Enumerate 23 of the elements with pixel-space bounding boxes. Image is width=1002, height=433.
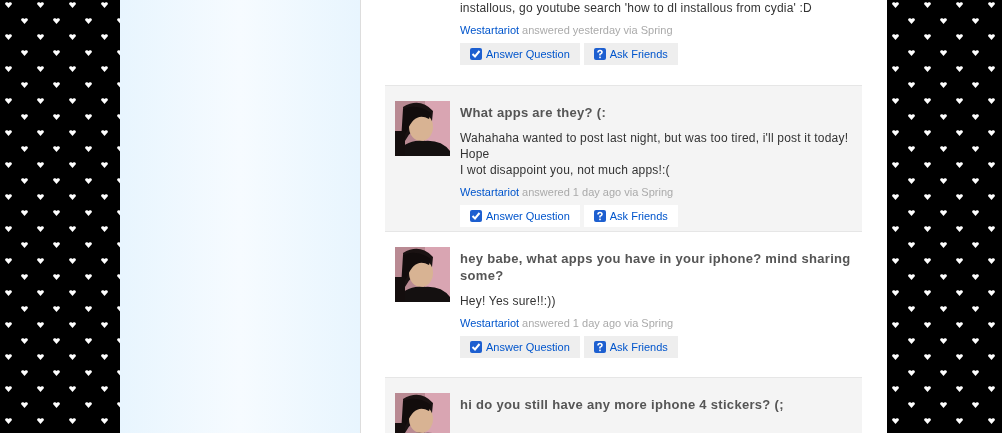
question-mark-icon [593, 210, 606, 222]
checkbox-icon [470, 48, 482, 60]
checkbox-icon [470, 210, 482, 222]
answer-question-button[interactable]: Answer Question [460, 205, 580, 227]
answer-meta: answered 1 day ago via Spring [522, 317, 674, 329]
answer-text: installous, go youtube search 'how to dl installous from cydia' :D [460, 0, 813, 16]
answer-text: Wahahaha wanted to post last night, but was too tired, i'll post it today! Hope I wot disappoint you, not much apps!:( [460, 130, 850, 178]
answer-meta: answered yesterday via Spring [522, 24, 673, 36]
ask-friends-button[interactable]: Ask Friends [583, 43, 678, 65]
ask-friends-button[interactable]: Ask Friends [583, 336, 678, 358]
question-title[interactable]: hey babe, what apps you have in your iphone? mind sharing some? [460, 250, 852, 284]
checkbox-icon [470, 341, 482, 353]
author-link[interactable]: Westartariot [460, 24, 520, 36]
answer-meta: answered 1 day ago via Spring [522, 186, 674, 198]
ask-friends-button[interactable]: Ask Friends [583, 205, 678, 227]
author-link[interactable]: Westartariot [460, 317, 520, 329]
answer-question-button[interactable]: Answer Question [460, 336, 580, 358]
answer-question-button[interactable]: Answer Question [460, 43, 580, 65]
question-mark-icon [593, 341, 606, 353]
answer-text: Hey! Yes sure!!:)) [460, 293, 557, 309]
author-link[interactable]: Westartariot [460, 186, 520, 198]
question-title[interactable]: What apps are they? (: [460, 104, 852, 121]
question-mark-icon [593, 48, 606, 60]
